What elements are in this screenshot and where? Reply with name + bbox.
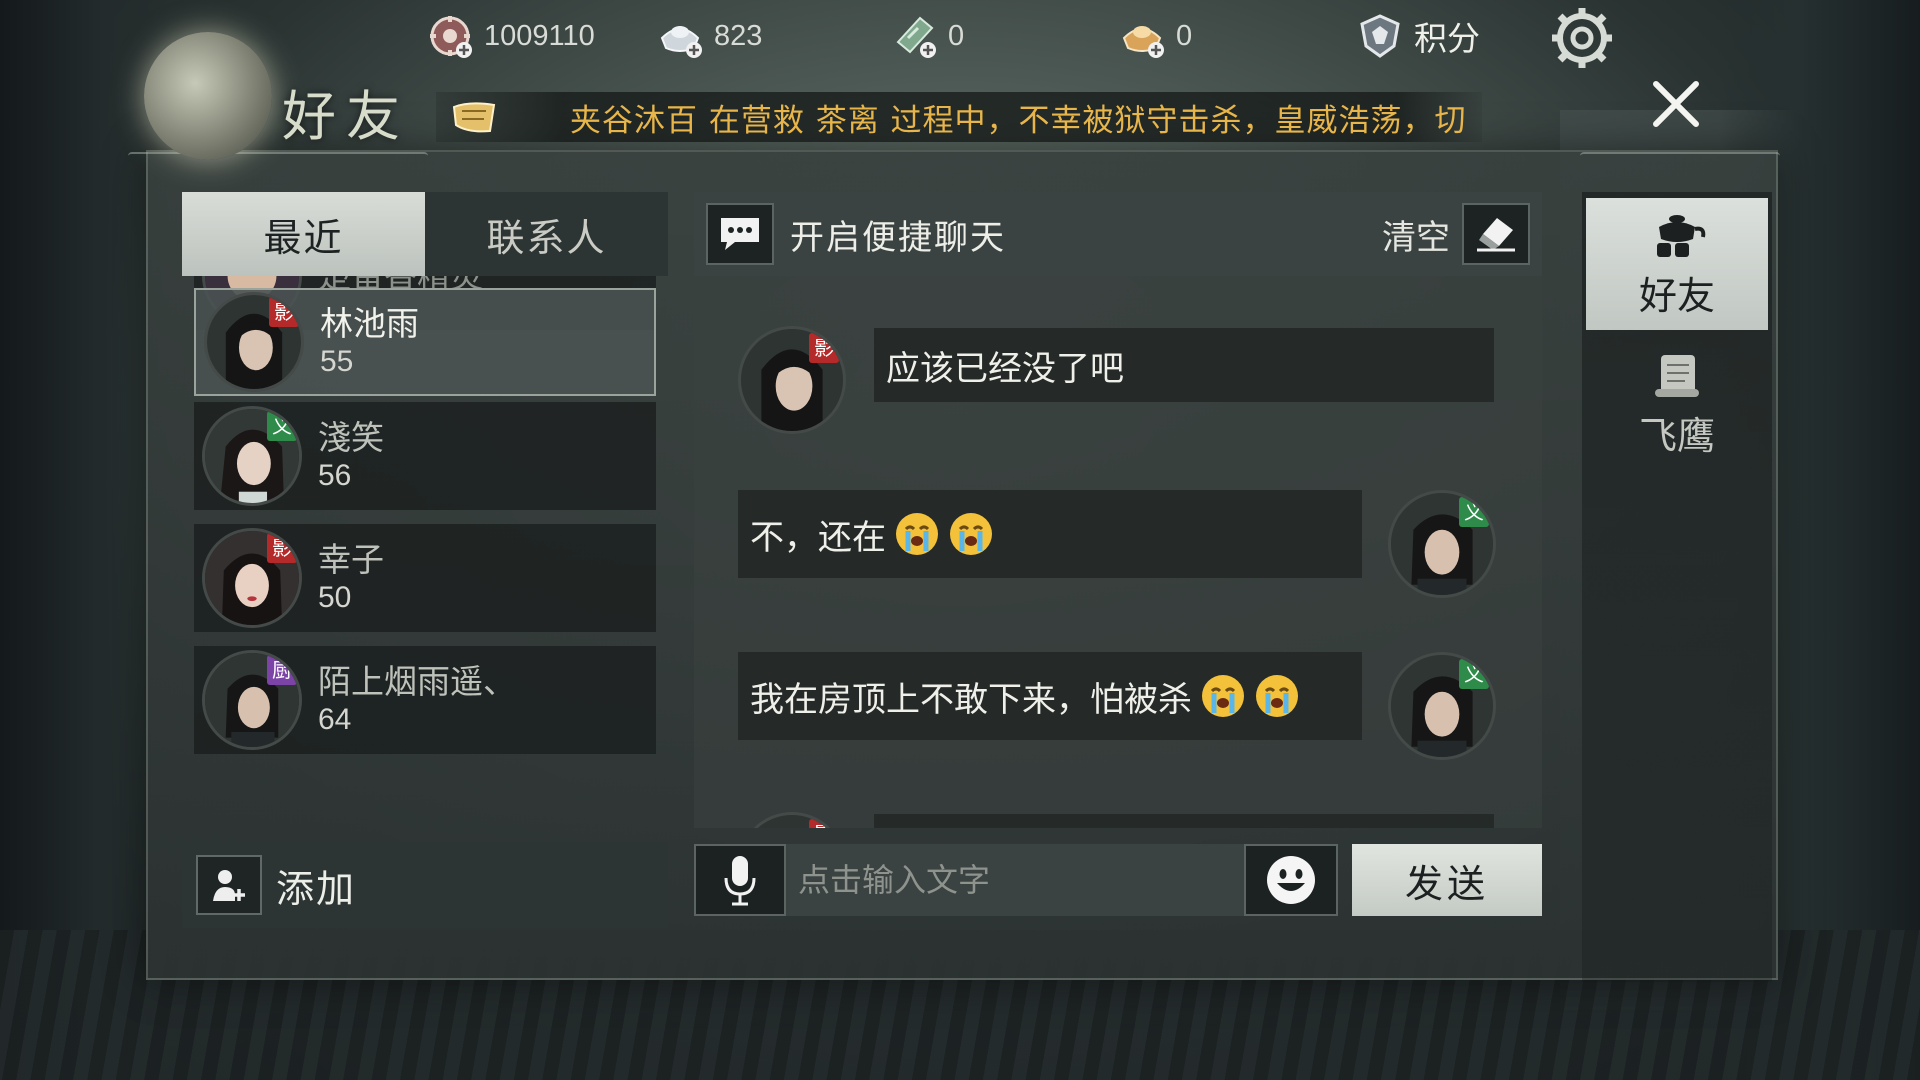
chat-message-area[interactable]: 影 应该已经没了吧 义 不，还在 义 我在房顶上不敢下来，怕被杀 影 [694, 276, 1542, 828]
tab-contacts[interactable]: 联系人 [425, 192, 668, 276]
quick-chat-label: 开启便捷聊天 [790, 217, 1006, 258]
crying-emoji-icon [948, 511, 994, 557]
close-icon [1653, 81, 1699, 127]
avatar: 厨 [202, 650, 302, 750]
faction-badge: 影 [269, 297, 299, 327]
faction-badge: 义 [267, 411, 297, 441]
currency-jade-ticket[interactable]: 0 [890, 10, 964, 62]
scene-left-roof [0, 0, 170, 1080]
shield-badge-icon [1356, 12, 1404, 60]
silver-ingot-icon [656, 12, 704, 60]
crying-emoji-icon [1254, 673, 1300, 719]
quick-chat-toggle[interactable] [706, 203, 774, 265]
sender-avatar: 影 [738, 326, 846, 434]
list-item[interactable]: 影 幸子 50 [194, 524, 656, 632]
settings-gear-icon[interactable] [1550, 6, 1614, 70]
faction-badge: 厨 [267, 655, 297, 685]
side-tab-eagle[interactable]: 飞鹰 [1586, 338, 1768, 470]
score-button[interactable]: 积分 [1356, 10, 1480, 62]
contact-level: 64 [318, 703, 352, 736]
side-tab-label: 好友 [1638, 273, 1715, 318]
send-button[interactable]: 发送 [1352, 844, 1542, 916]
avatar: 影 [202, 528, 302, 628]
message-text: 应该已经没了吧 [886, 348, 1124, 389]
list-item[interactable]: 义 淺笑 56 [194, 402, 656, 510]
side-tab-label: 飞鹰 [1638, 413, 1715, 458]
add-user-icon [196, 855, 262, 915]
faction-badge: 义 [1459, 659, 1489, 689]
currency-value: 0 [948, 19, 965, 52]
contact-name: 陌上烟雨遥、 [318, 662, 516, 701]
chat-input-row: 发送 [694, 842, 1542, 918]
sender-avatar: 义 [1388, 490, 1496, 598]
message-bubble: 应该已经没了吧 [874, 328, 1494, 402]
jade-ticket-icon [890, 12, 938, 60]
list-item[interactable]: 厨 陌上烟雨遥、 64 [194, 646, 656, 754]
gear-coin-icon [426, 12, 474, 60]
horn-icon [450, 97, 500, 137]
faction-badge: 影 [267, 533, 297, 563]
side-tab-friends[interactable]: 好友 [1586, 198, 1768, 330]
friend-list-tabs: 最近 联系人 [182, 192, 668, 276]
voice-input-button[interactable] [694, 844, 786, 916]
message-bubble [874, 814, 1494, 828]
currency-value: 823 [714, 19, 763, 52]
tab-recent[interactable]: 最近 [182, 192, 425, 276]
score-label: 积分 [1414, 20, 1480, 57]
message-text: 不，还在 [750, 517, 886, 558]
contact-name: 林池雨 [320, 304, 419, 343]
close-button[interactable] [1640, 68, 1712, 140]
currency-bar: 1009110 823 0 0 积分 [0, 0, 1920, 72]
chat-bubble-icon [721, 218, 759, 250]
faction-badge: 义 [1459, 497, 1489, 527]
faction-badge: 影 [809, 819, 839, 828]
moon-emblem-icon [144, 32, 272, 160]
sender-avatar: 义 [1388, 652, 1496, 760]
avatar: 影 [204, 292, 304, 392]
message-bubble: 不，还在 [738, 490, 1362, 578]
contact-level: 50 [318, 581, 352, 614]
message-text: 我在房顶上不敢下来，怕被杀 [750, 679, 1192, 720]
add-friend-button[interactable]: 添加 [182, 842, 668, 928]
currency-gold[interactable]: 0 [1118, 10, 1192, 62]
contact-level: 55 [320, 345, 354, 378]
clear-chat-button[interactable] [1462, 203, 1530, 265]
smiley-icon [1267, 856, 1315, 904]
currency-gear-coin[interactable]: 1009110 [426, 10, 595, 62]
eraser-icon [1477, 218, 1515, 252]
currency-silver[interactable]: 823 [656, 10, 762, 62]
announcement-ticker: 夹谷沐百 在营救 茶离 过程中，不幸被狱守击杀，皇威浩荡，切 [436, 92, 1482, 142]
gold-ingot-icon [1118, 12, 1166, 60]
teapot-icon [1657, 214, 1706, 257]
add-friend-label: 添加 [276, 866, 357, 911]
faction-badge: 影 [809, 333, 839, 363]
panel-ornament-left [128, 152, 428, 162]
contact-name: 淺笑 [318, 418, 384, 457]
list-item[interactable]: 影 林池雨 55 [194, 288, 656, 396]
recent-contact-list[interactable]: 楚留香精灵 影 林池雨 55 义 淺笑 56 影 幸子 50 [182, 276, 668, 828]
panel-title: 好友 [282, 85, 410, 148]
side-tab-bar: 好友 飞鹰 [1582, 192, 1772, 982]
microphone-icon [724, 856, 756, 906]
currency-value: 0 [1176, 19, 1193, 52]
avatar: 义 [202, 406, 302, 506]
clear-label: 清空 [1382, 217, 1450, 258]
crying-emoji-icon [894, 511, 940, 557]
contact-name: 幸子 [318, 540, 384, 579]
crying-emoji-icon [1200, 673, 1246, 719]
scroll-icon [1655, 354, 1699, 397]
currency-value: 1009110 [484, 19, 595, 52]
emoji-picker-button[interactable] [1244, 844, 1338, 916]
announcement-text: 夹谷沐百 在营救 茶离 过程中，不幸被狱守击杀，皇威浩荡，切 [570, 102, 1467, 139]
message-bubble: 我在房顶上不敢下来，怕被杀 [738, 652, 1362, 740]
sender-avatar: 影 [738, 812, 846, 828]
panel-ornament-right [1580, 152, 1780, 162]
contact-level: 56 [318, 459, 352, 492]
chat-header: 开启便捷聊天 清空 [694, 192, 1542, 276]
